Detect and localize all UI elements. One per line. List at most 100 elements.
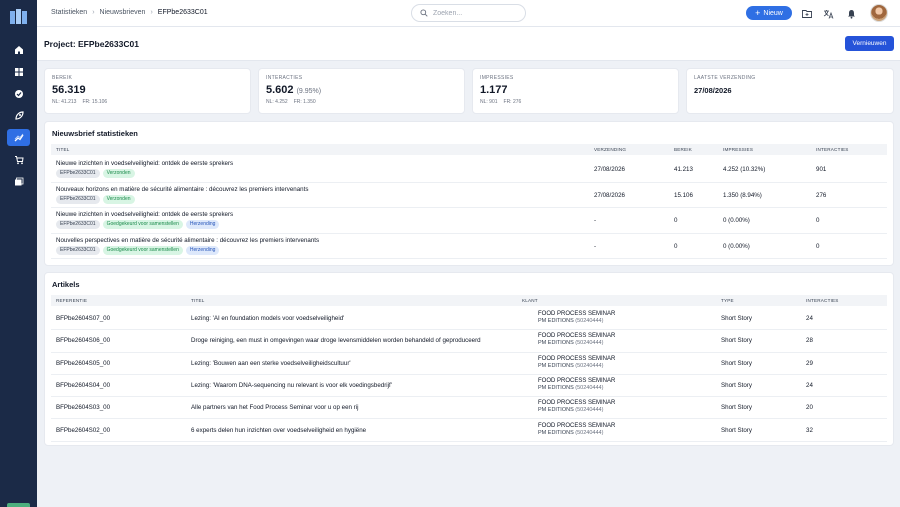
send-date: 27/08/2026 [594, 191, 625, 199]
status-badge: Verzonden [102, 194, 135, 204]
new-button-label: Nieuw [763, 9, 783, 17]
code-badge: EFPbe2633C01 [56, 245, 100, 255]
avatar[interactable] [870, 4, 888, 22]
article-title[interactable]: Lezing: 'Bouwen aan een sterke voedselve… [191, 360, 351, 367]
article-title[interactable]: Lezing: 'AI en foundation models voor vo… [191, 315, 344, 322]
article-interactions: 28 [806, 337, 813, 345]
article-type: Short Story [721, 381, 752, 389]
chevron-right-icon: › [150, 9, 153, 16]
chevron-right-icon: › [92, 9, 95, 16]
breadcrumb-current: EFPbe2633C01 [157, 9, 208, 16]
send-date: - [594, 217, 597, 224]
col-klant[interactable]: KLANT [522, 298, 538, 303]
refresh-button[interactable]: Vernieuwen [845, 36, 894, 51]
client-company-id: (50240444) [575, 340, 604, 347]
sidebar [0, 0, 37, 507]
status-badge: Verzonden [102, 169, 135, 178]
article-reference[interactable]: BFPbe2604S04_00 [56, 382, 110, 389]
article-reference[interactable]: BFPbe2604S07_00 [56, 315, 110, 322]
article-interactions: 29 [806, 359, 813, 367]
resend-badge: Herzending [185, 220, 220, 229]
kpi-nl: NL: 4.252 [266, 99, 288, 105]
code-badge: EFPbe2633C01 [56, 169, 100, 178]
sidebar-item-shop[interactable] [7, 151, 30, 168]
client-info: FOOD PROCESS SEMINAR PM EDITIONS (5024044… [538, 378, 615, 391]
client-info: FOOD PROCESS SEMINAR PM EDITIONS (5024044… [538, 400, 615, 413]
reach-value: 0 [674, 217, 678, 224]
article-interactions: 32 [806, 426, 813, 434]
table-row[interactable]: Nouvelles perspectives en matière de séc… [51, 234, 887, 259]
new-button[interactable]: + Nieuw [746, 6, 792, 20]
article-reference[interactable]: BFPbe2604S02_00 [56, 427, 110, 434]
client-name: FOOD PROCESS SEMINAR [538, 311, 616, 317]
client-company: PM EDITIONS [538, 362, 574, 369]
article-title[interactable]: 6 experts delen hun inzichten over voeds… [191, 427, 366, 434]
sidebar-item-approvals[interactable] [7, 85, 30, 102]
card-title: Nieuwsbrief statistieken [52, 129, 138, 138]
table-row[interactable]: BFPbe2604S07_00 Lezing: 'AI en foundation… [51, 308, 887, 331]
article-reference[interactable]: BFPbe2604S06_00 [56, 337, 110, 344]
client-company: PM EDITIONS [538, 429, 574, 436]
impressions-value: 0 (0.00%) [723, 217, 750, 224]
article-title[interactable]: Alle partners van het Food Process Semin… [191, 404, 359, 411]
client-company-id: (50240444) [575, 429, 604, 436]
client-name: FOOD PROCESS SEMINAR [538, 422, 616, 429]
col-impressies[interactable]: IMPRESSIES [723, 147, 753, 152]
table-row[interactable]: Nouveaux horizons en matière de sécurité… [51, 183, 887, 208]
search-box[interactable] [411, 4, 526, 22]
article-interactions: 20 [806, 404, 813, 412]
code-badge: EFPbe2633C01 [56, 220, 100, 229]
col-type[interactable]: TYPE [721, 298, 734, 303]
interactions-value: 276 [816, 191, 827, 199]
sidebar-item-home[interactable] [7, 41, 30, 58]
kpi-fr: FR: 1.350 [293, 99, 316, 105]
col-interacties[interactable]: INTERACTIES [816, 147, 849, 152]
article-reference[interactable]: BFPbe2604S05_00 [56, 360, 110, 367]
kpi-nl: NL: 901 [480, 99, 498, 105]
table-row[interactable]: BFPbe2604S04_00 Lezing: 'Waarom DNA-seque… [51, 375, 887, 398]
table-row[interactable]: BFPbe2604S02_00 6 experts delen hun inzic… [51, 420, 887, 442]
search-input[interactable] [433, 9, 513, 17]
col-verzending[interactable]: VERZENDING [594, 147, 626, 152]
article-title[interactable]: Droge reiniging, een must in omgevingen … [191, 337, 481, 344]
col-titel[interactable]: TITEL [191, 298, 205, 303]
table-row[interactable]: BFPbe2604S05_00 Lezing: 'Bouwen aan een s… [51, 353, 887, 375]
bell-icon[interactable] [846, 8, 857, 19]
table-row[interactable]: BFPbe2604S06_00 Droge reiniging, een must… [51, 330, 887, 353]
client-company: PM EDITIONS [538, 318, 574, 324]
sidebar-item-dashboard[interactable] [7, 63, 30, 80]
cart-icon [14, 155, 24, 164]
translate-icon[interactable] [823, 8, 834, 19]
col-referentie[interactable]: REFERENTIE [56, 298, 87, 303]
breadcrumb-statistieken[interactable]: Statistieken [51, 9, 87, 16]
send-date: - [594, 242, 597, 250]
col-titel[interactable]: TITEL [56, 147, 70, 152]
table-row[interactable]: Nieuwe inzichten in voedselveiligheid: o… [51, 208, 887, 234]
newsletter-title[interactable]: Nouveaux horizons en matière de sécurité… [56, 186, 308, 193]
impressions-value: 0 (0.00%) [723, 242, 750, 250]
trend-chart-icon [14, 133, 24, 141]
kpi-bereik: BEREIK 56.319 NL: 41.213 FR: 15.106 [44, 68, 251, 114]
table-row[interactable]: Nieuwe inzichten in voedselveiligheid: o… [51, 157, 887, 183]
newsletter-title[interactable]: Nouvelles perspectives en matière de séc… [56, 237, 319, 244]
article-type: Short Story [721, 315, 752, 322]
kpi-fr: FR: 276 [503, 99, 522, 105]
client-info: FOOD PROCESS SEMINAR PM EDITIONS (5024044… [538, 356, 615, 369]
newsletter-title[interactable]: Nieuwe inzichten in voedselveiligheid: o… [56, 160, 233, 167]
breadcrumb-nieuwsbrieven[interactable]: Nieuwsbrieven [100, 9, 146, 16]
newsletter-title[interactable]: Nieuwe inzichten in voedselveiligheid: o… [56, 211, 233, 218]
gallery-icon [14, 177, 23, 185]
col-interacties[interactable]: INTERACTIES [806, 298, 839, 303]
sidebar-item-campaigns[interactable] [7, 107, 30, 124]
sidebar-item-media[interactable] [7, 173, 30, 190]
folder-icon[interactable] [801, 8, 812, 19]
article-interactions: 24 [806, 315, 813, 322]
client-company: PM EDITIONS [538, 384, 574, 391]
sidebar-item-statistics[interactable] [7, 129, 30, 146]
interactions-value: 0 [816, 217, 820, 224]
article-title[interactable]: Lezing: 'Waarom DNA-sequencing nu releva… [191, 382, 392, 389]
client-company-id: (50240444) [575, 384, 604, 391]
table-row[interactable]: BFPbe2604S03_00 Alle partners van het Foo… [51, 397, 887, 420]
col-bereik[interactable]: BEREIK [674, 147, 692, 152]
article-reference[interactable]: BFPbe2604S03_00 [56, 404, 110, 411]
